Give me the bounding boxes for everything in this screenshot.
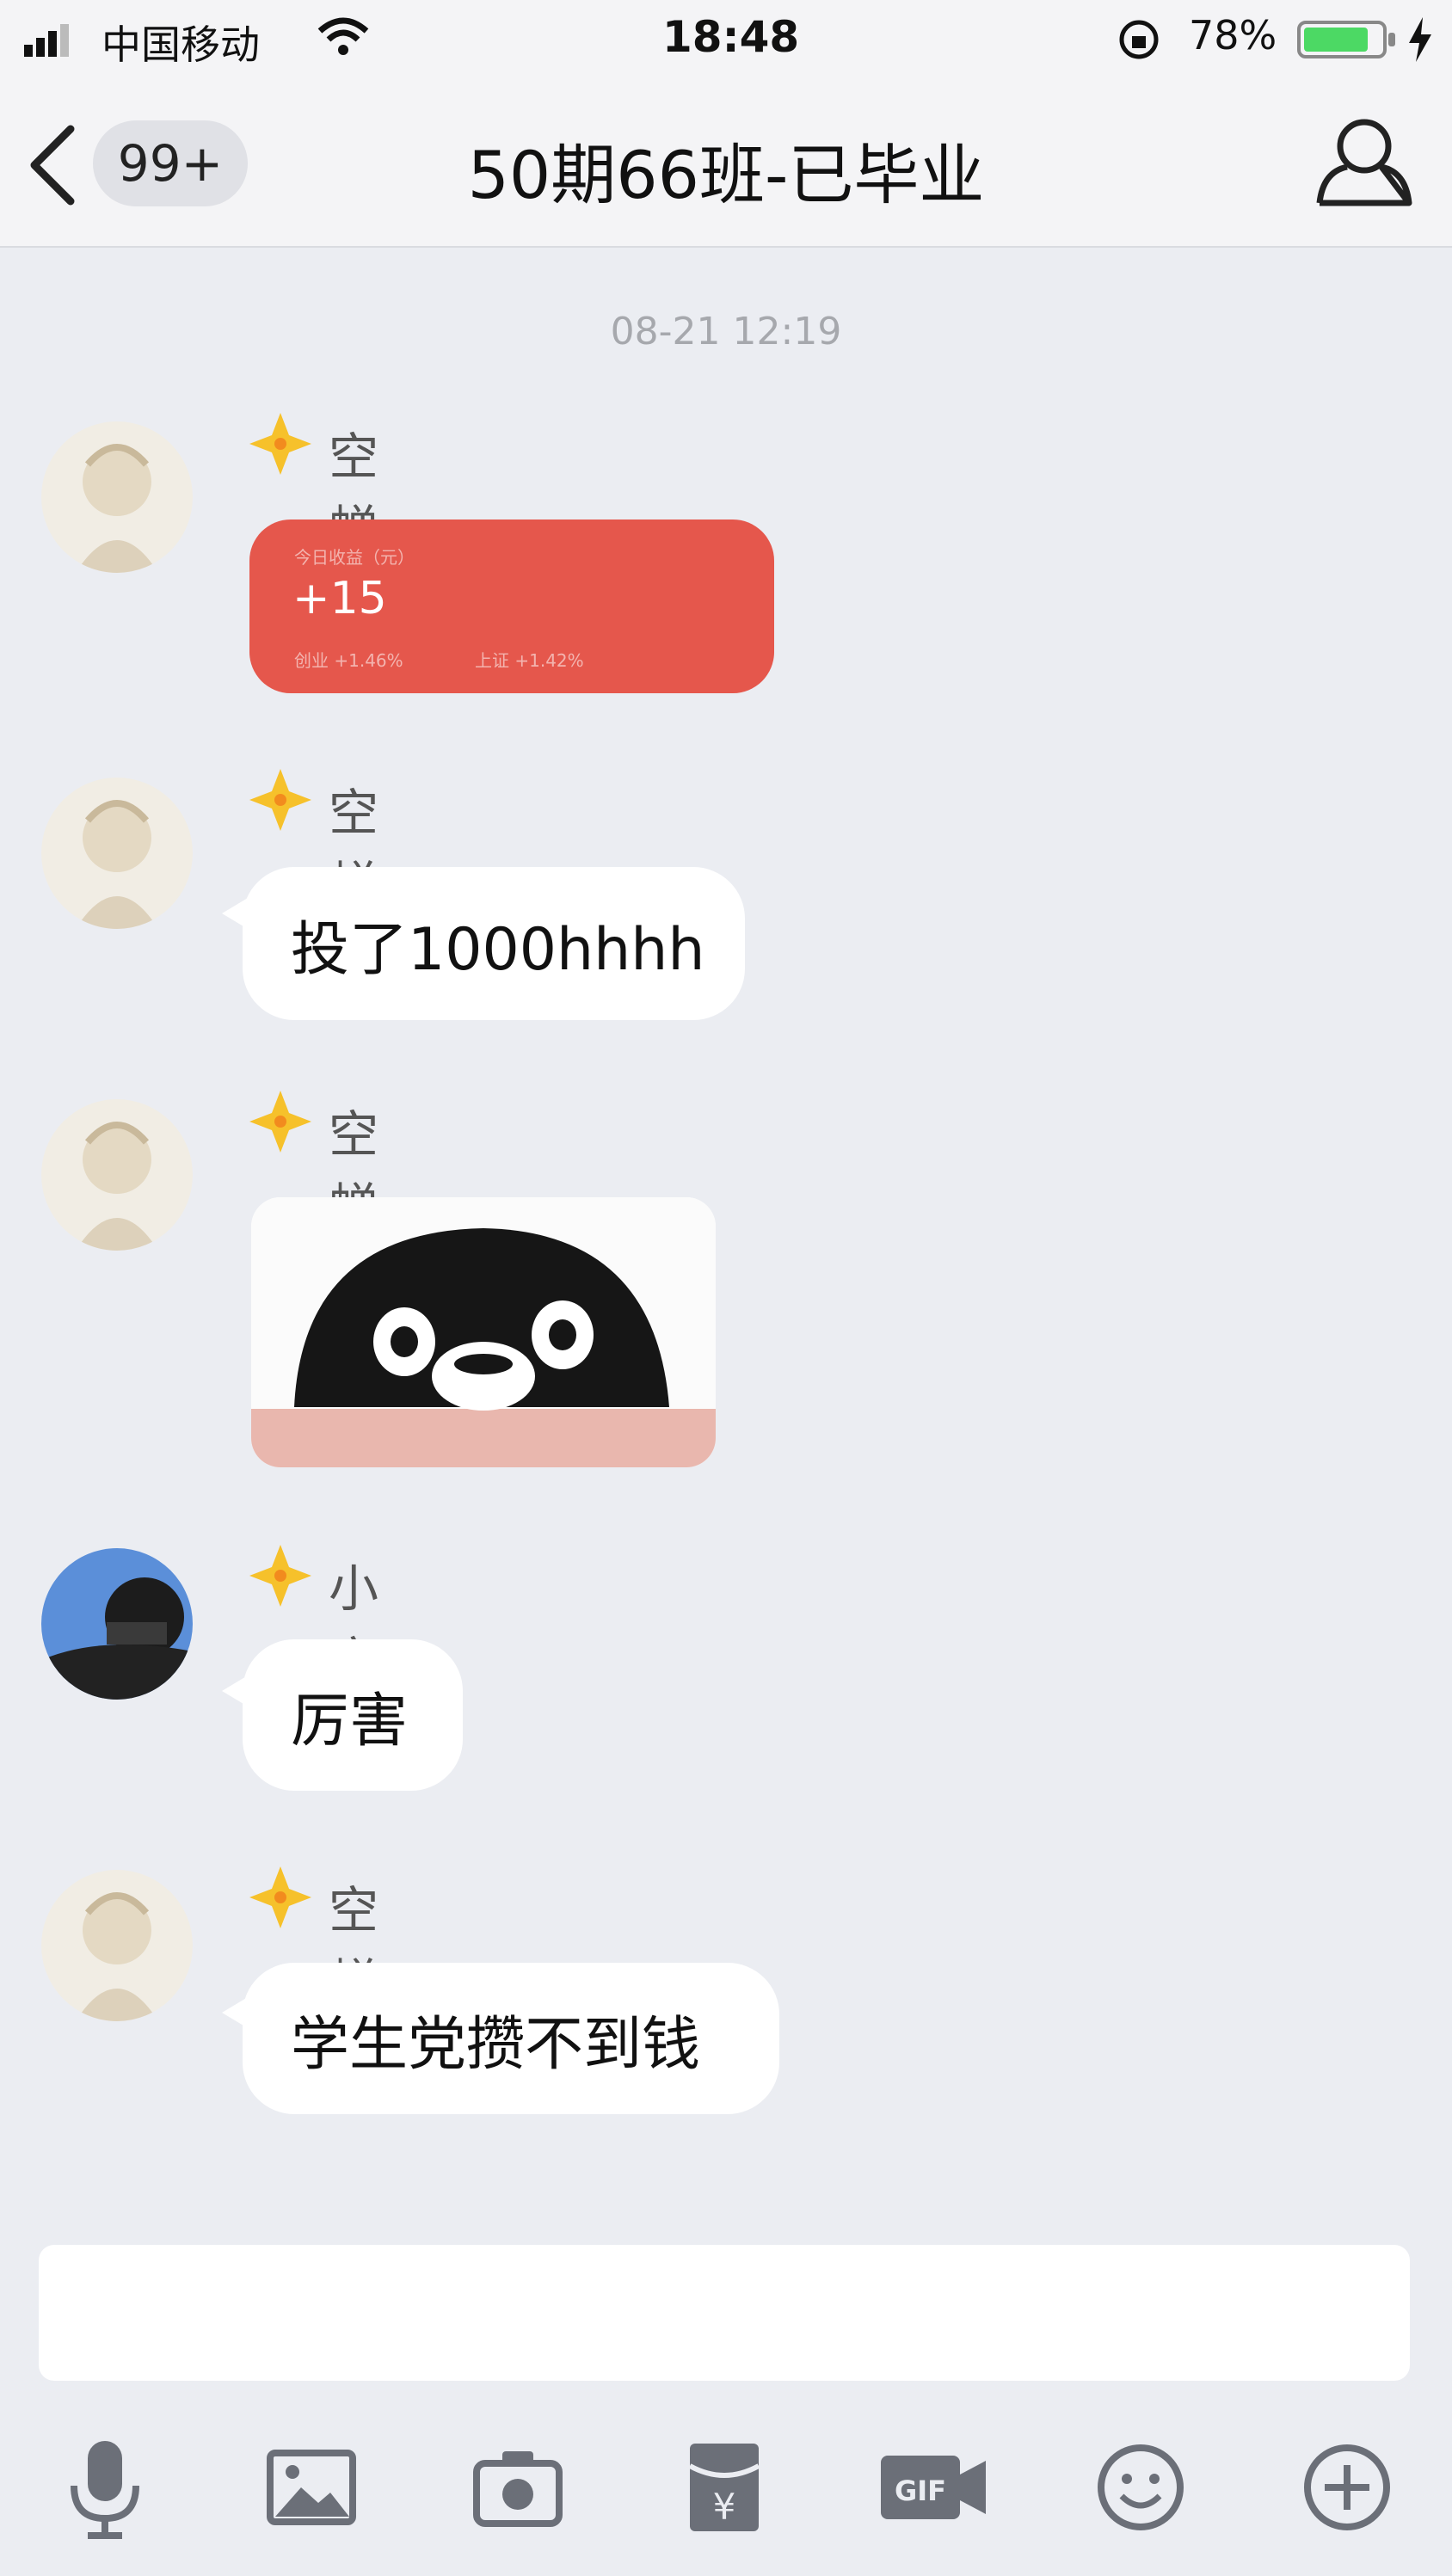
stock-card[interactable]: 今日收益（元） +15 创业 +1.46% 上证 +1.42% [249, 520, 774, 693]
rotation-lock-icon [1119, 20, 1159, 59]
stock-card-footer-right: 上证 +1.42% [475, 650, 584, 671]
avatar[interactable] [41, 1548, 193, 1700]
plus-icon[interactable] [1295, 2436, 1399, 2539]
emoji-icon[interactable] [1089, 2436, 1192, 2539]
avatar[interactable] [41, 778, 193, 929]
chat-timestamp: 08-21 12:19 [610, 310, 842, 354]
wifi-icon [317, 17, 369, 55]
nav-bar: 99+ 50期66班-已毕业 [0, 77, 1452, 248]
stock-card-header: 今日收益（元） [294, 547, 415, 568]
message-bubble[interactable]: 学生党攒不到钱 [243, 1963, 779, 2114]
star-badge-icon [249, 1545, 311, 1607]
avatar[interactable] [41, 1099, 193, 1251]
carrier-label: 中国移动 [102, 22, 260, 68]
message-input[interactable] [39, 2245, 1410, 2381]
red-packet-icon[interactable]: ¥ [673, 2436, 776, 2539]
message-bubble[interactable]: 厉害 [243, 1639, 463, 1791]
charging-icon [1409, 17, 1431, 62]
microphone-icon[interactable] [53, 2436, 157, 2539]
svg-text:GIF: GIF [895, 2475, 946, 2507]
status-bar: 中国移动 18:48 78% [0, 0, 1452, 77]
image-icon[interactable] [260, 2436, 363, 2539]
gif-icon[interactable]: GIF [877, 2436, 989, 2539]
avatar[interactable] [41, 1870, 193, 2021]
penguin-sticker-image [251, 1197, 716, 1467]
person-icon[interactable] [1313, 114, 1414, 210]
camera-icon[interactable] [466, 2436, 569, 2539]
star-badge-icon [249, 413, 311, 475]
star-badge-icon [249, 1866, 311, 1928]
chat-title: 50期66班-已毕业 [0, 122, 1452, 217]
penguin-sticker[interactable] [251, 1197, 716, 1467]
chat-title-text: 50期66班-已毕业 [467, 137, 985, 213]
message-bubble[interactable]: 投了1000hhhh [243, 867, 745, 1020]
stock-card-value: +15 [292, 573, 387, 624]
svg-text:¥: ¥ [713, 2486, 736, 2528]
avatar[interactable] [41, 421, 193, 573]
input-toolbar: ¥ GIF [0, 2425, 1452, 2554]
star-badge-icon [249, 1091, 311, 1153]
stock-card-footer-left: 创业 +1.46% [294, 650, 403, 671]
signal-icon [24, 24, 69, 57]
star-badge-icon [249, 769, 311, 831]
battery-percent: 78% [1189, 12, 1277, 58]
clock: 18:48 [662, 12, 800, 62]
battery-icon [1297, 21, 1395, 58]
